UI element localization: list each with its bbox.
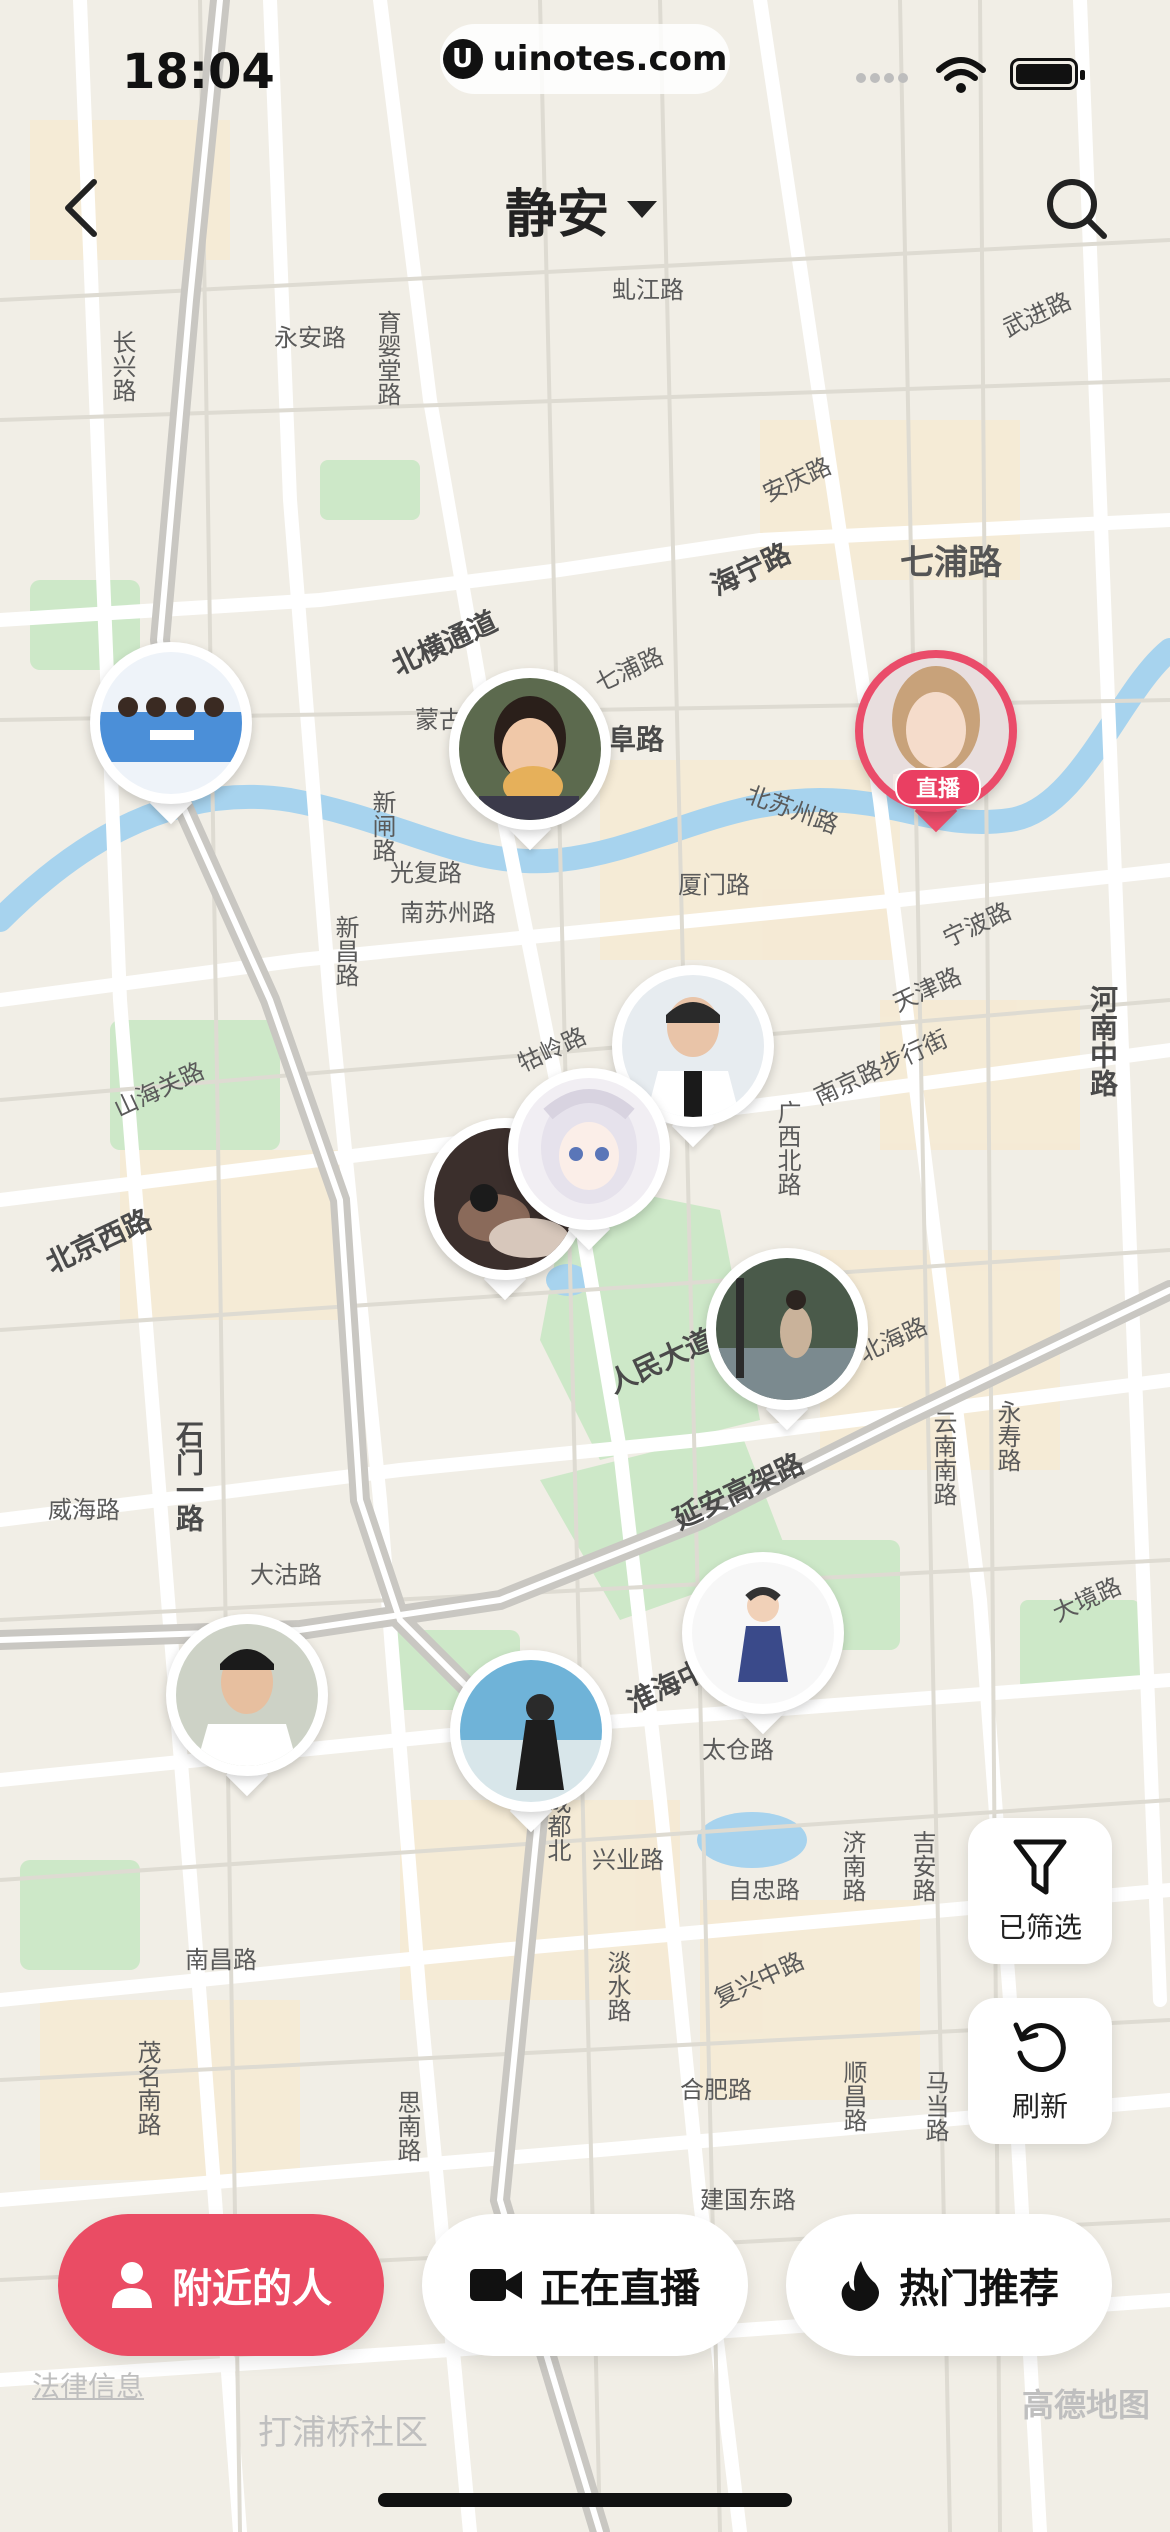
map-label: 南昌路 <box>185 1946 257 1974</box>
filter-icon <box>1013 1839 1067 1895</box>
avatar <box>692 1562 834 1704</box>
uinotes-logo-icon: U <box>442 39 483 79</box>
map-label: 自忠路 <box>728 1876 800 1904</box>
map-label: 兴业路 <box>592 1846 664 1874</box>
map-label: 广西北路 <box>773 1100 801 1196</box>
wifi-icon <box>936 57 986 93</box>
avatar <box>100 652 242 794</box>
map-label: 南苏州路 <box>400 899 496 927</box>
live-user-pin[interactable]: 直播 <box>855 650 1017 833</box>
map-label: 大沽路 <box>250 1561 322 1589</box>
tab-label: 热门推荐 <box>899 2266 1059 2312</box>
map-label: 七浦路 <box>900 543 1002 583</box>
user-pin[interactable] <box>450 1650 612 1833</box>
avatar <box>459 678 601 820</box>
map-label: 厦门路 <box>678 871 750 899</box>
map-label: 石门一路 <box>172 1420 205 1532</box>
avatar <box>716 1258 858 1400</box>
signal-icon <box>856 73 908 83</box>
filter-button[interactable]: 已筛选 <box>968 1818 1112 1964</box>
map-label: 新昌路 <box>331 915 359 987</box>
map-label: 吉安路 <box>908 1830 936 1902</box>
chevron-left-icon <box>65 179 97 237</box>
map-label: 威海路 <box>48 1496 120 1524</box>
battery-icon <box>1010 58 1085 90</box>
map-label: 阜路 <box>608 723 665 756</box>
flame-icon <box>841 2261 879 2311</box>
legal-info-link[interactable]: 法律信息 <box>32 2365 144 2405</box>
url-text: uinotes.com <box>492 39 728 79</box>
url-pill: U uinotes.com <box>440 24 730 94</box>
avatar <box>176 1624 318 1766</box>
refresh-button[interactable]: 刷新 <box>968 1998 1112 2144</box>
home-indicator[interactable] <box>378 2493 792 2507</box>
map-label: 建国东路 <box>700 2186 796 2214</box>
map-label: 虬江路 <box>612 276 684 304</box>
tab-label: 附近的人 <box>172 2266 332 2312</box>
filter-label: 已筛选 <box>997 1911 1082 1944</box>
map-label: 长兴路 <box>108 330 136 402</box>
user-pin[interactable] <box>166 1614 328 1797</box>
map-label: 马当路 <box>921 2070 949 2142</box>
avatar <box>518 1078 660 1220</box>
district-title: 静安 <box>505 185 610 245</box>
tab-nearby-people[interactable]: 附近的人 <box>58 2214 384 2356</box>
map-label: 茂名南路 <box>133 2040 161 2136</box>
map-label: 河南中路 <box>1086 985 1119 1097</box>
user-pin[interactable] <box>682 1552 844 1735</box>
amap-logo: 高德地图 <box>1022 2386 1151 2424</box>
refresh-icon <box>1013 2022 1066 2072</box>
map-label: 云南南路 <box>929 1410 957 1506</box>
user-pin[interactable] <box>706 1248 868 1431</box>
map-label: 新闸路 <box>368 790 396 862</box>
caret-down-icon <box>627 201 658 218</box>
search-icon <box>1047 179 1107 239</box>
user-pin[interactable] <box>90 642 252 825</box>
video-camera-icon <box>470 2269 522 2301</box>
map-label: 太仓路 <box>702 1736 774 1764</box>
refresh-label: 刷新 <box>1011 2090 1068 2123</box>
user-pin[interactable] <box>449 668 611 851</box>
person-icon <box>112 2262 152 2308</box>
status-bar: 18:04 U uinotes.com <box>0 0 1170 150</box>
user-pin[interactable] <box>508 1068 670 1251</box>
live-badge: 直播 <box>895 768 981 806</box>
tab-label: 正在直播 <box>540 2266 700 2312</box>
map-label: 永安路 <box>274 324 346 352</box>
map-area-label: 打浦桥社区 <box>258 2413 428 2453</box>
tab-live-now[interactable]: 正在直播 <box>422 2214 748 2356</box>
avatar <box>460 1660 602 1802</box>
map-label: 永寿路 <box>993 1400 1021 1472</box>
tab-hot-recommend[interactable]: 热门推荐 <box>786 2214 1112 2356</box>
map-label: 顺昌路 <box>839 2060 867 2132</box>
map-label: 济南路 <box>838 1830 866 1902</box>
map-label: 育婴堂路 <box>373 310 401 406</box>
district-selector[interactable]: 静安 <box>505 172 658 247</box>
status-time: 18:04 <box>122 44 275 100</box>
map-label: 淡水路 <box>603 1950 631 2022</box>
map-label: 光复路 <box>390 859 462 887</box>
search-button[interactable] <box>1040 172 1112 244</box>
map-label: 合肥路 <box>680 2076 752 2104</box>
map-label: 思南路 <box>393 2090 421 2162</box>
back-button[interactable] <box>52 172 112 244</box>
